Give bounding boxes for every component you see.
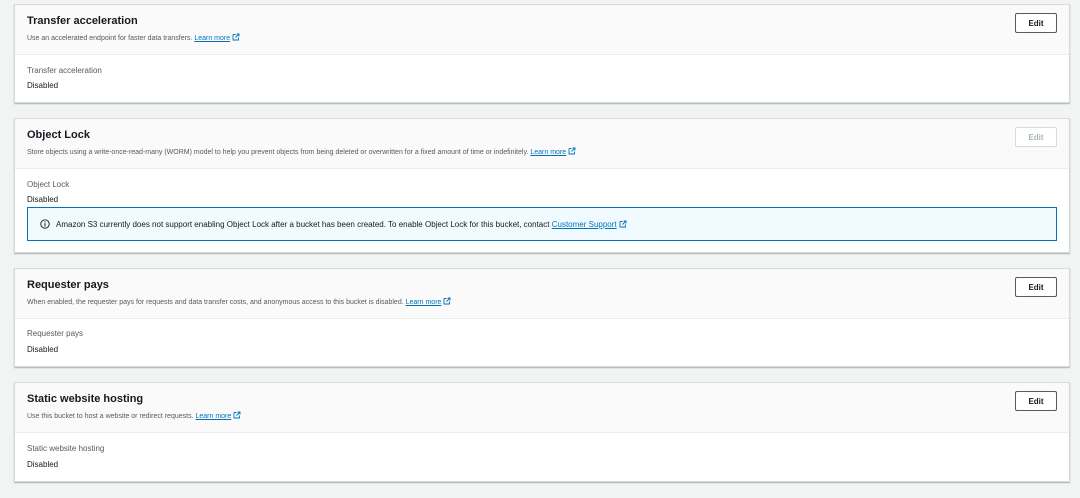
panel-description: When enabled, the requester pays for req… <box>27 297 451 306</box>
customer-support-label: Customer Support <box>551 219 617 229</box>
edit-button-disabled[interactable]: Edit <box>1015 127 1057 147</box>
panel-title: Static website hosting <box>27 393 144 405</box>
field-label: Requester pays <box>27 329 84 338</box>
external-link-icon <box>568 147 576 155</box>
edit-button-label: Edit <box>1028 132 1044 142</box>
edit-button[interactable]: Edit <box>1015 277 1057 297</box>
panel-description-text: Use an accelerated endpoint for faster d… <box>27 35 193 42</box>
panel-description: Use an accelerated endpoint for faster d… <box>27 33 240 42</box>
field-value: Disabled <box>27 81 59 90</box>
panel-header: Static website hosting Use this bucket t… <box>15 383 1069 433</box>
panel-title: Object Lock <box>27 129 90 141</box>
transfer-acceleration-panel: Transfer acceleration Use an accelerated… <box>14 4 1070 103</box>
learn-more-link[interactable]: Learn more <box>195 411 241 420</box>
panel-header: Object Lock Store objects using a write-… <box>15 119 1069 169</box>
field-value: Disabled <box>27 460 59 469</box>
customer-support-link[interactable]: Customer Support <box>552 220 627 229</box>
panel-description-text: Use this bucket to host a website or red… <box>27 413 194 420</box>
panel-description: Store objects using a write-once-read-ma… <box>27 147 576 156</box>
external-link-icon <box>232 33 240 41</box>
field-value: Disabled <box>27 345 59 354</box>
panel-description: Use this bucket to host a website or red… <box>27 411 241 420</box>
learn-more-link[interactable]: Learn more <box>194 33 240 42</box>
panel-title: Transfer acceleration <box>27 15 138 27</box>
external-link-icon <box>619 220 627 227</box>
alert-text: Amazon S3 currently does not support ena… <box>56 219 550 229</box>
panel-header: Transfer acceleration Use an accelerated… <box>15 5 1069 55</box>
info-icon <box>40 219 50 229</box>
external-link-icon <box>233 411 241 419</box>
edit-button-label: Edit <box>1028 396 1044 406</box>
static-website-hosting-panel: Static website hosting Use this bucket t… <box>14 382 1070 482</box>
requester-pays-panel: Requester pays When enabled, the request… <box>14 268 1070 367</box>
panel-description-text: When enabled, the requester pays for req… <box>27 299 404 306</box>
learn-more-label: Learn more <box>530 149 567 156</box>
learn-more-label: Learn more <box>405 299 442 306</box>
info-alert: Amazon S3 currently does not support ena… <box>27 207 1057 241</box>
field-label: Transfer acceleration <box>27 66 102 75</box>
panel-header: Requester pays When enabled, the request… <box>15 269 1069 319</box>
field-value: Disabled <box>27 195 59 204</box>
field-label: Object Lock <box>27 180 70 189</box>
edit-button-label: Edit <box>1028 282 1044 292</box>
panel-description-text: Store objects using a write-once-read-ma… <box>27 149 529 156</box>
learn-more-link[interactable]: Learn more <box>405 297 452 306</box>
learn-more-link[interactable]: Learn more <box>530 147 576 156</box>
external-link-icon <box>443 297 451 305</box>
edit-button[interactable]: Edit <box>1015 13 1057 33</box>
object-lock-panel: Object Lock Store objects using a write-… <box>14 118 1070 253</box>
field-label: Static website hosting <box>27 444 105 453</box>
learn-more-label: Learn more <box>194 35 231 42</box>
edit-button-label: Edit <box>1028 18 1044 28</box>
panel-title: Requester pays <box>27 279 109 291</box>
edit-button[interactable]: Edit <box>1015 391 1057 411</box>
learn-more-label: Learn more <box>195 413 232 420</box>
